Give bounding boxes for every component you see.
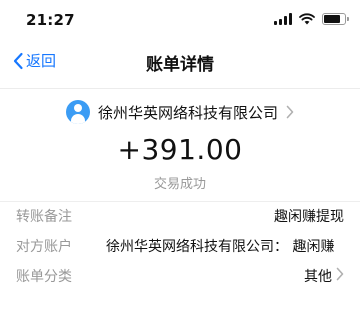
chevron-right-icon — [286, 105, 294, 119]
counterparty-row[interactable]: 徐州华英网络科技有限公司 — [0, 97, 360, 127]
detail-value-text: 其他 — [304, 269, 332, 285]
user-avatar-icon — [65, 100, 90, 124]
detail-row-counterparty-account: 对方账户 徐州华英网络科技有限公司： 趣闲赚 — [0, 232, 360, 260]
cellular-signal-icon — [274, 13, 292, 25]
detail-label: 转账备注 — [16, 209, 72, 225]
status-icons — [274, 10, 349, 29]
detail-row-remark: 转账备注 趣闲赚提现 — [0, 202, 360, 230]
counterparty-name: 徐州华英网络科技有限公司 — [97, 103, 278, 122]
transaction-summary: 徐州华英网络科技有限公司 +391.00 交易成功 — [0, 89, 360, 201]
category-selector[interactable]: 其他 — [304, 266, 344, 286]
battery-level — [324, 15, 340, 23]
wifi-icon — [299, 10, 315, 29]
transaction-status: 交易成功 — [153, 177, 206, 192]
transaction-amount: +391.00 — [117, 133, 243, 166]
detail-row-category[interactable]: 账单分类 其他 — [0, 262, 360, 290]
detail-value-text: 徐州华英网络科技有限公司： 趣闲赚 — [106, 239, 335, 255]
detail-label: 对方账户 — [16, 239, 72, 255]
chevron-right-icon — [336, 267, 344, 285]
detail-value: 徐州华英网络科技有限公司： 趣闲赚 — [106, 236, 344, 256]
detail-value: 趣闲赚提现 — [274, 209, 344, 225]
status-time: 21:27 — [26, 11, 75, 29]
detail-label: 账单分类 — [16, 269, 72, 285]
detail-list: 转账备注 趣闲赚提现 对方账户 徐州华英网络科技有限公司： 趣闲赚 账单分类 其… — [0, 202, 360, 290]
battery-icon — [322, 13, 349, 25]
status-bar: 21:27 — [0, 0, 360, 36]
page-title: 账单详情 — [146, 55, 214, 75]
nav-bar: 返回 账单详情 — [0, 36, 360, 89]
